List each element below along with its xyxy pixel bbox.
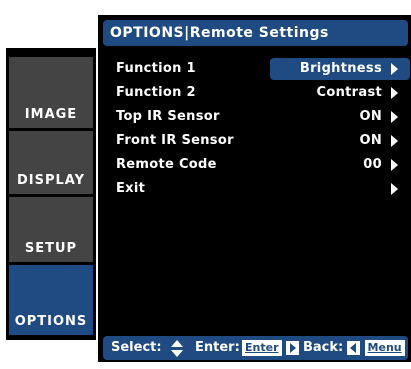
select-label: Select:	[111, 340, 162, 355]
chevron-right-icon[interactable]	[391, 135, 398, 147]
menu-item-remote-code[interactable]: Remote Code 00	[112, 154, 408, 176]
tab-display[interactable]: DISPLAY	[9, 131, 93, 194]
menu-item-value: ON	[359, 133, 382, 148]
chevron-right-icon[interactable]	[391, 63, 398, 75]
back-label: Back:	[303, 340, 344, 355]
menu-item-exit[interactable]: Exit	[112, 178, 408, 200]
menu-item-label: Remote Code	[116, 157, 217, 172]
menu-item-label: Front IR Sensor	[116, 133, 234, 148]
page-title: OPTIONS|Remote Settings	[110, 25, 329, 41]
menu-item-front-ir-sensor[interactable]: Front IR Sensor ON	[112, 130, 408, 152]
menu-key: Menu	[347, 336, 405, 360]
menu-item-label: Exit	[116, 181, 146, 196]
enter-key-label: Enter	[242, 339, 282, 356]
tab-display-label: DISPLAY	[16, 173, 86, 188]
menu-item-label: Top IR Sensor	[116, 109, 220, 124]
menu-item-function-1[interactable]: Function 1 Brightness	[112, 58, 410, 80]
tab-options-label: OPTIONS	[14, 314, 88, 329]
help-bar: Select: Enter: Enter Back: Menu	[103, 336, 408, 360]
menu-item-top-ir-sensor[interactable]: Top IR Sensor ON	[112, 106, 408, 128]
menu-item-function-2[interactable]: Function 2 Contrast	[112, 82, 408, 104]
menu-item-value: ON	[359, 109, 382, 124]
tab-image-label: IMAGE	[24, 107, 78, 122]
menu-item-value: 00	[363, 157, 382, 172]
tab-setup[interactable]: SETUP	[9, 197, 93, 262]
chevron-right-icon[interactable]	[391, 87, 398, 99]
chevron-right-icon[interactable]	[391, 183, 398, 195]
menu-item-label: Function 1	[116, 61, 196, 76]
left-arrow-key-icon	[347, 340, 360, 355]
page-title-bar: OPTIONS|Remote Settings	[103, 20, 408, 46]
menu-item-value: Brightness	[299, 61, 382, 76]
menu-key-label: Menu	[364, 339, 405, 356]
tab-setup-label: SETUP	[24, 241, 78, 256]
up-down-arrows-icon	[171, 340, 183, 357]
menu-item-value: Contrast	[316, 85, 382, 100]
enter-key: Enter	[242, 336, 300, 360]
chevron-right-icon[interactable]	[391, 159, 398, 171]
enter-label: Enter:	[195, 340, 240, 355]
chevron-right-icon[interactable]	[391, 111, 398, 123]
right-arrow-key-icon	[286, 340, 300, 355]
tab-options[interactable]: OPTIONS	[9, 265, 93, 335]
menu-item-label: Function 2	[116, 85, 196, 100]
tab-image[interactable]: IMAGE	[9, 57, 93, 128]
